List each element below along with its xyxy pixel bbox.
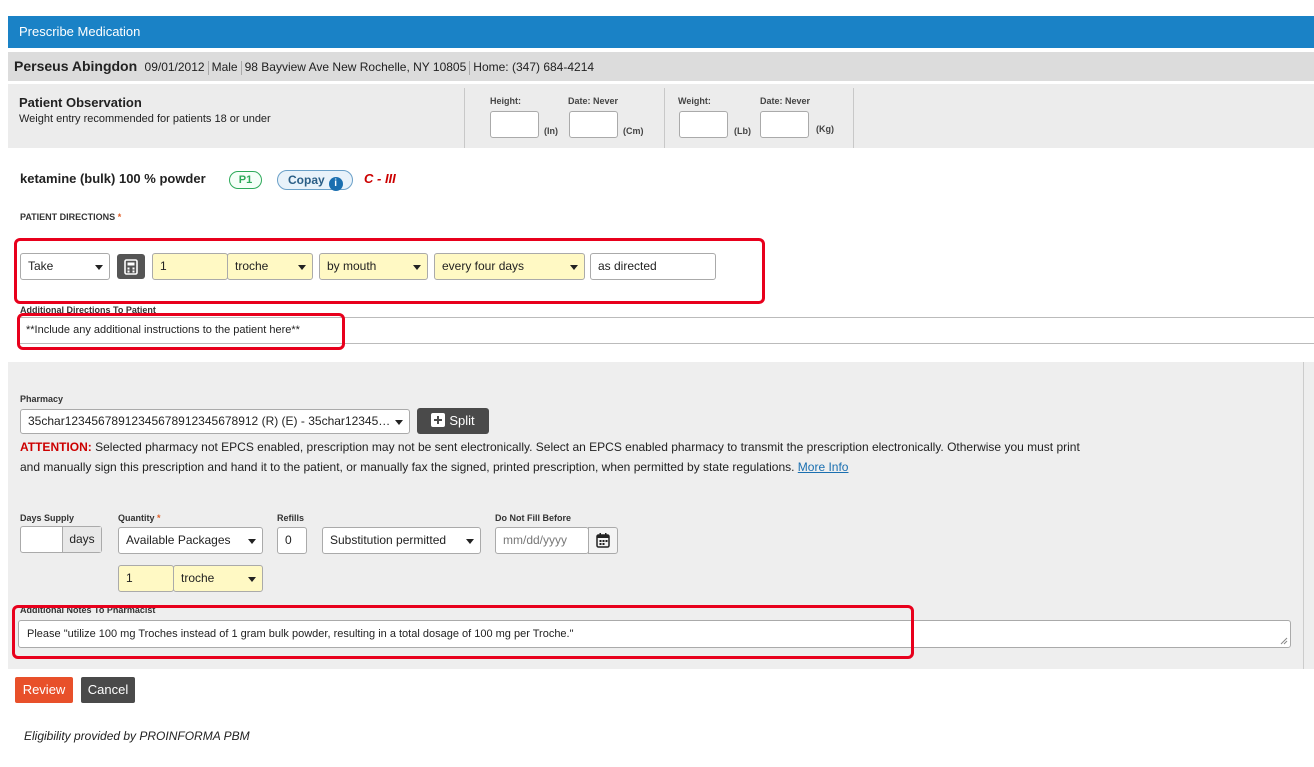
height-cm-unit: (Cm) [623, 126, 644, 136]
more-info-link[interactable]: More Info [798, 460, 849, 474]
days-unit: days [63, 527, 101, 552]
chevron-down-icon [395, 420, 403, 425]
pharmacy-label: Pharmacy [20, 394, 64, 404]
patient-address: 98 Bayview Ave New Rochelle, NY 10805 [244, 60, 467, 74]
required-mark: * [157, 513, 161, 523]
patient-banner: Perseus Abingdon 09/01/2012 Male 98 Bayvie… [8, 52, 1314, 81]
dose-unit-select[interactable]: troche [227, 253, 313, 280]
chevron-down-icon [248, 539, 256, 544]
pharmacy-select[interactable]: 35char12345678912345678912345678912 (R) … [20, 409, 410, 434]
chevron-down-icon [248, 577, 256, 582]
copay-button[interactable]: Copay i [277, 170, 353, 191]
quantity-package-value: Available Packages [126, 533, 231, 547]
patient-sex: Male [211, 60, 238, 74]
quantity-unit-select[interactable]: troche [173, 565, 263, 592]
quantity-unit-value: troche [181, 571, 215, 585]
attention-text: Selected pharmacy not EPCS enabled, pres… [20, 440, 1080, 474]
divider [464, 88, 465, 148]
route-value: by mouth [327, 259, 377, 273]
weight-kg-input[interactable] [760, 111, 809, 138]
notes-highlight [12, 605, 914, 659]
divider [1303, 362, 1304, 669]
window-title-bar: Prescribe Medication [8, 16, 1314, 48]
action-value: Take [28, 259, 54, 273]
height-date: Date: Never [568, 96, 619, 106]
weight-kg-unit: (Kg) [816, 124, 834, 134]
days-supply-group: days [20, 526, 102, 553]
chevron-down-icon [95, 265, 103, 270]
weight-label: Weight: [678, 96, 711, 106]
review-button[interactable]: Review [15, 677, 73, 703]
additional-directions-value: **Include any additional instructions to… [26, 324, 300, 336]
do-not-fill-before-input[interactable]: mm/dd/yyyy [495, 527, 589, 554]
observation-subtitle: Weight entry recommended for patients 18… [19, 113, 271, 125]
refills-input[interactable]: 0 [277, 527, 307, 554]
substitution-value: Substitution permitted [330, 533, 447, 547]
weight-lb-unit: (Lb) [734, 126, 751, 136]
quantity-label-text: Quantity [118, 513, 155, 523]
attention-label: ATTENTION: [20, 440, 92, 454]
directions-extra-input[interactable]: as directed [590, 253, 716, 280]
patient-observation-panel: Patient Observation Weight entry recomme… [8, 84, 1314, 148]
frequency-value: every four days [442, 259, 525, 273]
dose-unit-value: troche [235, 259, 269, 273]
weight-date: Date: Never [760, 96, 811, 106]
patient-directions-text: PATIENT DIRECTIONS [20, 212, 116, 222]
dose-quantity-input[interactable]: 1 [152, 253, 228, 280]
frequency-select[interactable]: every four days [434, 253, 585, 280]
observation-title: Patient Observation [19, 95, 142, 110]
split-label: Split [449, 413, 475, 428]
height-cm-input[interactable] [569, 111, 618, 138]
refills-label: Refills [277, 513, 305, 523]
patient-directions-label: PATIENT DIRECTIONS * [20, 212, 121, 222]
required-mark: * [117, 212, 122, 222]
copay-label: Copay [288, 173, 325, 187]
action-select[interactable]: Take [20, 253, 110, 280]
dose-calculator-button[interactable] [117, 254, 145, 279]
chevron-down-icon [570, 265, 578, 270]
height-label: Height: [490, 96, 521, 106]
split-button[interactable]: Split [417, 408, 489, 434]
calendar-button[interactable] [588, 527, 618, 554]
info-icon: i [328, 177, 343, 191]
calendar-icon [596, 533, 610, 548]
controlled-schedule: C - III [364, 171, 396, 186]
days-supply-label: Days Supply [20, 513, 75, 523]
substitution-select[interactable]: Substitution permitted [322, 527, 481, 554]
eligibility-note: Eligibility provided by PROINFORMA PBM [24, 729, 250, 743]
cancel-button[interactable]: Cancel [81, 677, 135, 703]
quantity-input[interactable]: 1 [118, 565, 174, 592]
quantity-package-select[interactable]: Available Packages [118, 527, 263, 554]
do-not-fill-before-label: Do Not Fill Before [495, 513, 571, 523]
patient-phone: Home: (347) 684-4214 [473, 60, 595, 74]
pharmacy-value: 35char12345678912345678912345678912 (R) … [28, 414, 391, 428]
chevron-down-icon [413, 265, 421, 270]
epcs-attention-message: ATTENTION: Selected pharmacy not EPCS en… [20, 437, 1100, 477]
medication-name: ketamine (bulk) 100 % powder [20, 171, 206, 186]
window-title: Prescribe Medication [19, 24, 141, 39]
resize-handle-icon[interactable] [1280, 637, 1288, 645]
divider [853, 88, 854, 148]
patient-name: Perseus Abingdon [14, 58, 138, 74]
chevron-down-icon [466, 539, 474, 544]
route-select[interactable]: by mouth [319, 253, 428, 280]
calculator-icon [124, 259, 138, 275]
formulary-tier-badge: P1 [229, 171, 262, 189]
days-supply-input[interactable] [21, 527, 63, 552]
plus-square-icon [431, 413, 446, 427]
divider [664, 88, 665, 148]
height-in-input[interactable] [490, 111, 539, 138]
chevron-down-icon [298, 265, 306, 270]
height-in-unit: (In) [544, 126, 558, 136]
weight-lb-input[interactable] [679, 111, 728, 138]
quantity-label: Quantity * [118, 513, 161, 523]
patient-dob: 09/01/2012 [144, 60, 205, 74]
